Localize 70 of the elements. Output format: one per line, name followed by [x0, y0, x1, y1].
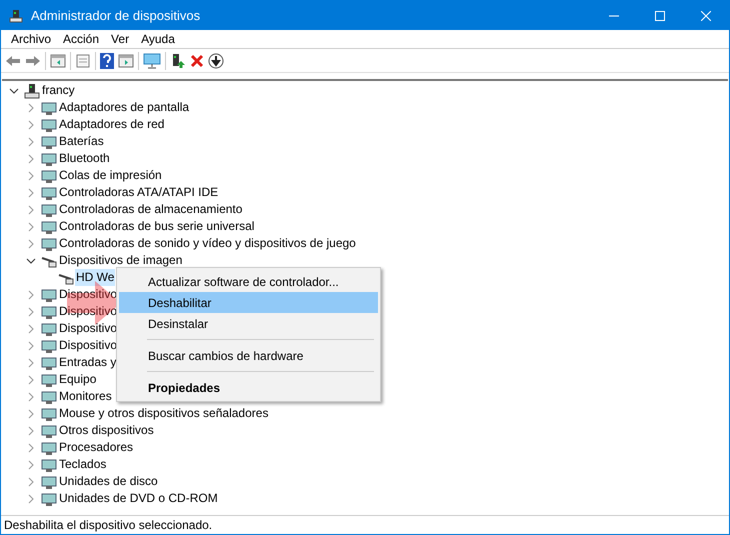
device-icon: [41, 490, 57, 506]
tree-item[interactable]: Mouse y otros dispositivos señaladores: [58, 405, 270, 422]
tree-item[interactable]: Dispositivo: [58, 337, 118, 354]
device-icon: [41, 338, 57, 354]
download-icon[interactable]: [208, 52, 224, 68]
device-icon: [41, 116, 57, 132]
tree-item[interactable]: Monitores: [58, 388, 113, 405]
update-driver-icon[interactable]: [170, 52, 186, 68]
monitor-icon[interactable]: [143, 52, 161, 68]
tree-item[interactable]: Controladoras de sonido y vídeo y dispositivos de juego: [58, 235, 357, 252]
device-icon: [41, 406, 57, 422]
device-icon: [41, 184, 57, 200]
device-icon: [41, 236, 57, 252]
device-icon: [41, 286, 57, 302]
tree-item[interactable]: Procesadores: [58, 439, 134, 456]
device-icon: [41, 372, 57, 388]
tree-item[interactable]: Entradas y: [58, 354, 118, 371]
help-icon[interactable]: [100, 52, 114, 68]
tree-item[interactable]: Adaptadores de pantalla: [58, 99, 190, 116]
tree-item[interactable]: Bluetooth: [58, 150, 111, 167]
device-icon: [41, 168, 57, 184]
tree-item[interactable]: Controladoras ATA/ATAPI IDE: [58, 184, 220, 201]
app-icon: [9, 8, 23, 22]
properties-icon[interactable]: [75, 54, 91, 68]
tree-item[interactable]: Dispositivos de imagen: [58, 252, 184, 269]
device-icon: [41, 134, 57, 150]
device-icon: [41, 150, 57, 166]
device-icon: [41, 388, 57, 404]
menu-item[interactable]: Ayuda: [135, 30, 181, 48]
forward-arrow-icon[interactable]: [25, 54, 41, 68]
device-icon: [41, 218, 57, 234]
delete-icon[interactable]: [190, 54, 204, 68]
device-icon: [41, 422, 57, 438]
tree-item[interactable]: francy: [41, 82, 76, 99]
tree-item[interactable]: Otros dispositivos: [58, 422, 155, 439]
menu-item[interactable]: Propiedades: [119, 377, 378, 398]
computer-icon: [24, 82, 40, 98]
menu-item[interactable]: Acción: [57, 30, 106, 48]
status-bar: Deshabilita el dispositivo seleccionado.: [1, 515, 729, 534]
tree-item[interactable]: Unidades de disco: [58, 473, 159, 490]
console-tree-icon[interactable]: [50, 54, 66, 68]
tree-item[interactable]: Teclados: [58, 456, 108, 473]
maximize-icon: [655, 10, 665, 20]
device-icon: [41, 456, 57, 472]
menu-item[interactable]: Buscar cambios de hardware: [119, 345, 378, 366]
menu-item[interactable]: Archivo: [5, 30, 58, 48]
tree-item[interactable]: Unidades de DVD o CD-ROM: [58, 490, 219, 507]
tree-item[interactable]: HD We: [75, 269, 116, 286]
tree-item[interactable]: Controladoras de bus serie universal: [58, 218, 256, 235]
close-icon: [701, 10, 711, 20]
action-pane-icon[interactable]: [118, 54, 134, 68]
device-icon: [41, 474, 57, 490]
menu-item[interactable]: Desinstalar: [119, 313, 378, 334]
menu-item[interactable]: Ver: [105, 30, 136, 48]
menu-item[interactable]: Actualizar software de controlador...: [119, 271, 378, 292]
tree-item[interactable]: Dispositivo: [58, 320, 118, 337]
tree-item[interactable]: Adaptadores de red: [58, 116, 166, 133]
tree-item[interactable]: Controladoras de almacenamiento: [58, 201, 244, 218]
device-icon: [41, 304, 57, 320]
back-arrow-icon[interactable]: [5, 54, 21, 68]
menu-item[interactable]: Deshabilitar: [119, 292, 378, 313]
window-title: Administrador de dispositivos: [31, 6, 200, 25]
tree-item[interactable]: Baterías: [58, 133, 105, 150]
tree-item[interactable]: Colas de impresión: [58, 167, 163, 184]
device-icon: [41, 354, 57, 370]
device-icon: [41, 440, 57, 456]
device-icon: [41, 320, 57, 336]
device-icon: [41, 202, 57, 218]
device-icon: [41, 100, 57, 116]
tree-item[interactable]: Equipo: [58, 371, 98, 388]
